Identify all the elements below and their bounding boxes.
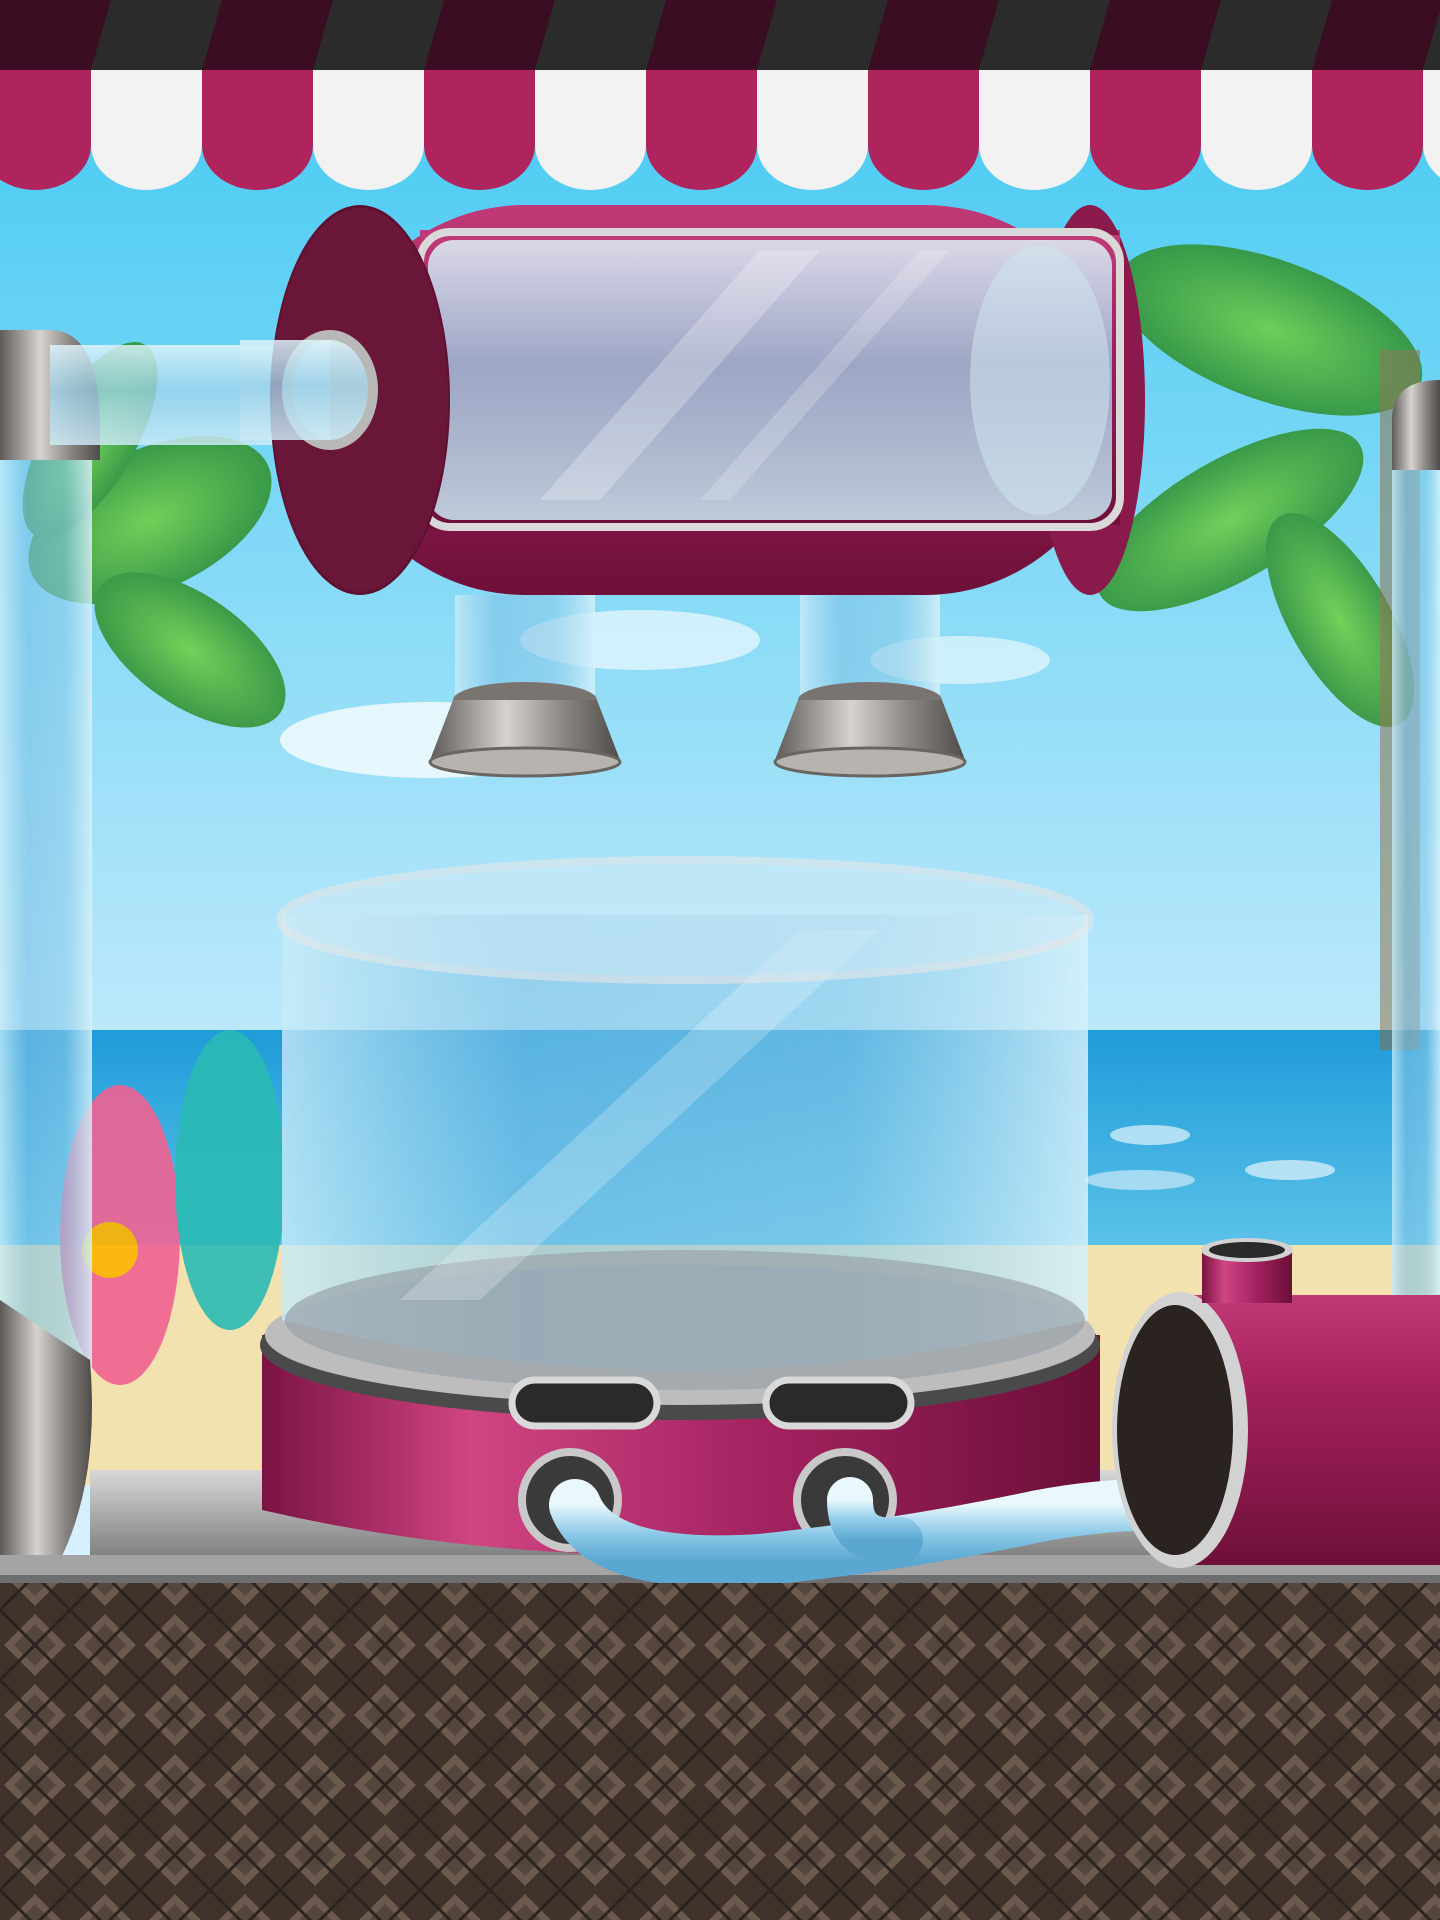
awning-top-stripe [1090, 0, 1221, 70]
awning-stripe [202, 70, 313, 190]
glass-bowl [260, 856, 1100, 1555]
juice-machine-scene [0, 0, 1440, 1920]
awning-top-stripe [757, 0, 888, 70]
awning-stripe [646, 70, 757, 190]
awning-stripe [0, 70, 91, 190]
awning-top-stripe [868, 0, 999, 70]
awning-stripe [1090, 70, 1201, 190]
awning-stripe [757, 70, 868, 190]
surfboard-teal [175, 1030, 285, 1330]
awning-top-stripe [535, 0, 666, 70]
awning-stripe [535, 70, 646, 190]
awning-top-stripe [202, 0, 333, 70]
awning-top-stripe [313, 0, 444, 70]
funnel-nozzle-right [773, 682, 967, 778]
awning-stripe [979, 70, 1090, 190]
awning-top-stripe [1201, 0, 1332, 70]
awning-top-stripe [91, 0, 222, 70]
funnel-nozzle-left [428, 682, 622, 778]
outlet-pipe-left [455, 595, 595, 695]
awning-stripe [868, 70, 980, 190]
awning-stripe [313, 70, 424, 190]
wicker-floor [0, 1583, 1440, 1920]
awning-top-stripe [646, 0, 777, 70]
awning-stripe [1312, 70, 1423, 190]
glass-drum [240, 205, 1145, 595]
awning-top-stripe [979, 0, 1110, 70]
striped-awning [0, 0, 1440, 190]
awning-top-stripe [1312, 0, 1440, 70]
awning-stripe [91, 70, 202, 190]
awning-stripe [1201, 70, 1312, 190]
right-feed-pipe [1392, 380, 1440, 1300]
outlet-pipe-right [800, 595, 940, 695]
awning-stripe [424, 70, 535, 190]
awning-top-stripe [424, 0, 555, 70]
